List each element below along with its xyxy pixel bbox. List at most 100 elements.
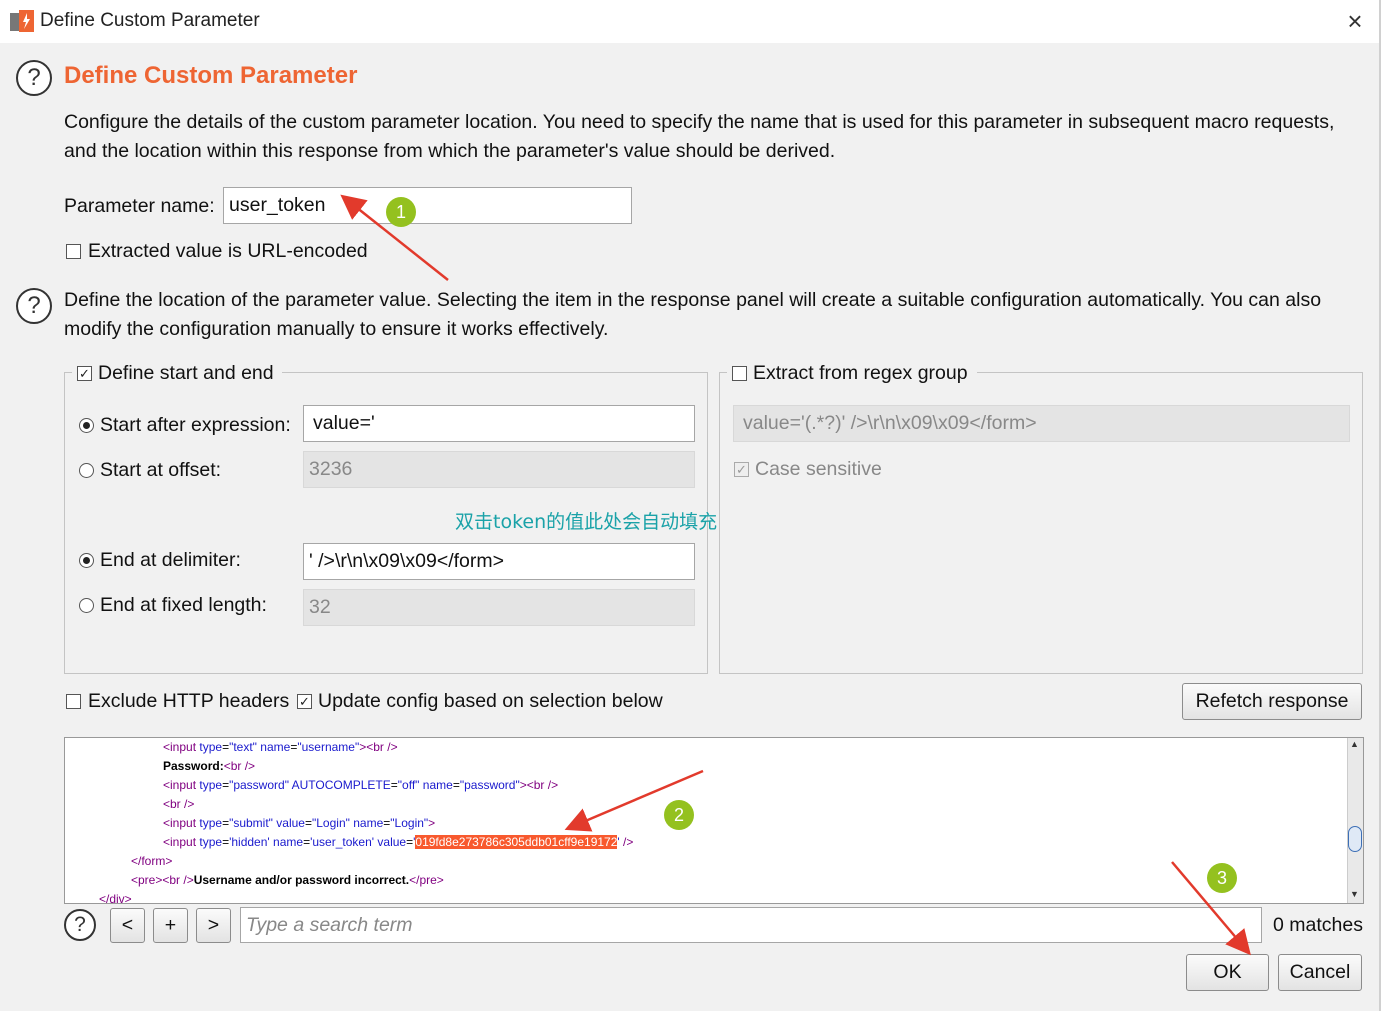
- response-token: "password": [229, 778, 289, 792]
- response-token: =: [452, 778, 460, 792]
- response-token: ><br />: [519, 778, 559, 792]
- response-line: </div>: [99, 892, 132, 904]
- url-encoded-label: Extracted value is URL-encoded: [88, 240, 368, 262]
- response-line: <input type="text" name="username"><br /…: [163, 740, 398, 754]
- response-token: "Login": [390, 816, 429, 830]
- response-scrollbar[interactable]: ▲ ▼: [1347, 738, 1363, 903]
- search-previous-button[interactable]: <: [110, 908, 145, 943]
- response-token: =: [390, 778, 398, 792]
- annotation-note: 双击token的值此处会自动填充: [455, 511, 718, 533]
- response-token: <br />: [163, 797, 195, 811]
- response-token: <pre><br />: [131, 873, 194, 887]
- parameter-name-label: Parameter name:: [64, 195, 215, 217]
- response-token: name: [260, 740, 291, 754]
- location-description-line-2: modify the configuration manually to ens…: [64, 318, 609, 340]
- response-token: value: [276, 816, 305, 830]
- response-token: "submit": [229, 816, 273, 830]
- response-token: Password:: [163, 759, 224, 773]
- response-token: 'hidden': [229, 835, 270, 849]
- response-line: <br />: [163, 797, 194, 811]
- parameter-name-input[interactable]: user_token: [223, 187, 632, 224]
- search-input[interactable]: Type a search term: [240, 907, 1262, 943]
- annotation-marker-3: 3: [1207, 863, 1237, 893]
- response-viewer[interactable]: <input type="text" name="username"><br /…: [64, 737, 1364, 904]
- response-token: "password": [459, 778, 520, 792]
- end-delimiter-radio[interactable]: [79, 553, 94, 568]
- response-token: <input: [163, 778, 200, 792]
- response-token: "off": [397, 778, 420, 792]
- url-encoded-checkbox[interactable]: [66, 244, 81, 259]
- response-token: "text": [229, 740, 257, 754]
- end-fixed-length-label: End at fixed length:: [100, 594, 267, 616]
- help-icon[interactable]: ?: [16, 288, 52, 324]
- response-token: =: [304, 816, 312, 830]
- response-token: type: [199, 740, 223, 754]
- response-token: </div>: [99, 892, 132, 904]
- help-icon[interactable]: ?: [16, 60, 52, 96]
- start-offset-input[interactable]: 3236: [303, 451, 695, 488]
- section-description-line-1: Configure the details of the custom para…: [64, 111, 1335, 133]
- exclude-headers-label: Exclude HTTP headers: [88, 690, 290, 712]
- response-token: <input: [163, 740, 200, 754]
- response-line: <input type="submit" value="Login" name=…: [163, 816, 435, 830]
- response-token: <br />: [223, 759, 256, 773]
- search-add-button[interactable]: +: [153, 908, 188, 943]
- response-token: name: [422, 778, 453, 792]
- response-token: <input: [163, 835, 200, 849]
- burp-app-icon: [10, 10, 34, 32]
- response-token: Username and/or password incorrect.: [193, 873, 410, 887]
- response-token: type: [199, 835, 223, 849]
- start-after-input[interactable]: value=': [303, 405, 695, 442]
- ok-button[interactable]: OK: [1186, 954, 1269, 991]
- response-token: </pre>: [409, 873, 444, 887]
- annotation-marker-1: 1: [386, 197, 416, 227]
- define-start-end-label: Define start and end: [98, 362, 274, 384]
- section-title: Define Custom Parameter: [64, 62, 358, 89]
- refetch-response-button[interactable]: Refetch response: [1182, 683, 1362, 720]
- response-token: type: [199, 816, 223, 830]
- response-token: value: [377, 835, 407, 849]
- start-after-radio[interactable]: [79, 418, 94, 433]
- response-line: <input type='hidden' name='user_token' v…: [163, 835, 633, 849]
- response-token: >: [428, 816, 436, 830]
- exclude-headers-checkbox[interactable]: [66, 694, 81, 709]
- regex-group-checkbox[interactable]: [732, 366, 747, 381]
- close-icon[interactable]: ×: [1340, 6, 1370, 36]
- search-help-icon[interactable]: ?: [64, 909, 96, 941]
- case-sensitive-checkbox[interactable]: ✓: [734, 462, 749, 477]
- scroll-down-arrow-icon[interactable]: ▼: [1350, 889, 1359, 899]
- response-token: ><br />: [359, 740, 398, 754]
- regex-input[interactable]: value='(.*?)' />\r\n\x09\x09</form>: [733, 405, 1350, 442]
- end-delimiter-label: End at delimiter:: [100, 549, 241, 571]
- start-after-label: Start after expression:: [100, 414, 291, 436]
- search-next-button[interactable]: >: [196, 908, 231, 943]
- end-fixed-length-input[interactable]: 32: [303, 589, 695, 626]
- response-token: AUTOCOMPLETE: [291, 778, 391, 792]
- location-description-line-1: Define the location of the parameter val…: [64, 289, 1322, 311]
- scroll-thumb[interactable]: [1348, 826, 1362, 852]
- response-line: Password:<br />: [163, 759, 255, 773]
- response-token: "Login": [312, 816, 350, 830]
- response-token: </form>: [131, 854, 173, 868]
- update-config-checkbox[interactable]: ✓: [297, 694, 312, 709]
- response-token: name: [353, 816, 384, 830]
- response-token: />: [619, 835, 634, 849]
- regex-group-label: Extract from regex group: [753, 362, 968, 384]
- end-fixed-length-radio[interactable]: [79, 598, 94, 613]
- response-token: type: [199, 778, 223, 792]
- annotation-marker-2: 2: [664, 800, 694, 830]
- define-start-end-checkbox[interactable]: ✓: [77, 366, 92, 381]
- cancel-button[interactable]: Cancel: [1278, 954, 1362, 991]
- scroll-up-arrow-icon[interactable]: ▲: [1350, 739, 1359, 749]
- response-token: "username": [297, 740, 360, 754]
- end-delimiter-input[interactable]: ' />\r\n\x09\x09</form>: [303, 543, 695, 580]
- response-line: <pre><br />Username and/or password inco…: [131, 873, 444, 887]
- window-title: Define Custom Parameter: [40, 10, 260, 31]
- response-token: <input: [163, 816, 200, 830]
- update-config-label: Update config based on selection below: [318, 690, 663, 712]
- start-offset-radio[interactable]: [79, 463, 94, 478]
- selected-token-value: 019fd8e273786c305ddb01cff9e19172: [415, 835, 618, 849]
- search-match-count: 0 matches: [1273, 914, 1363, 936]
- case-sensitive-label: Case sensitive: [755, 458, 882, 480]
- response-token: 'user_token': [310, 835, 375, 849]
